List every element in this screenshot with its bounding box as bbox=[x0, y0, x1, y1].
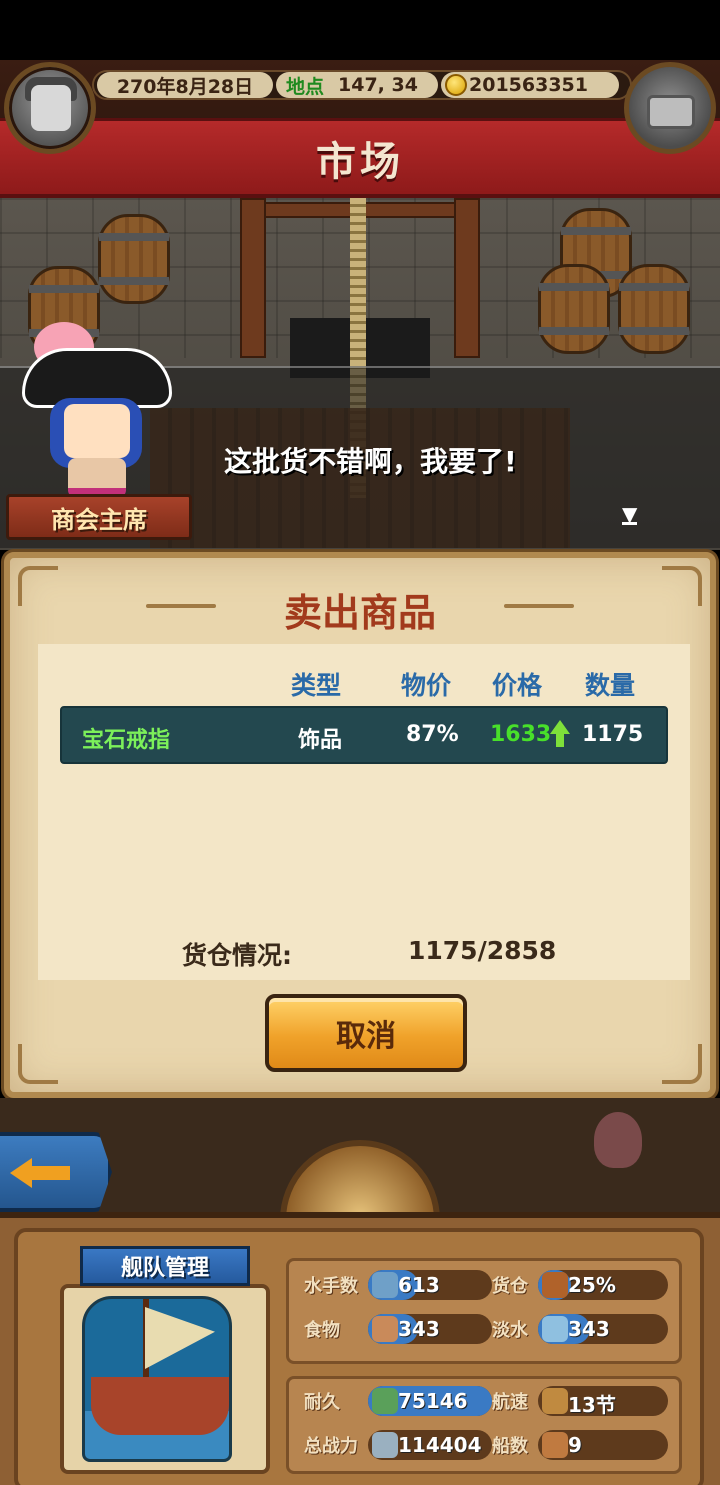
hud-strip: 270年8月28日 地点 147, 34 201563351 bbox=[92, 70, 632, 100]
goods-name: 宝石戒指 bbox=[82, 728, 171, 753]
gold-readout: 201563351 bbox=[441, 72, 619, 98]
column-header-type: 类型 bbox=[291, 671, 342, 700]
player-avatar[interactable] bbox=[4, 62, 96, 154]
table-row[interactable]: 宝石戒指 饰品 87% 1633 1175 bbox=[60, 706, 668, 764]
speed-icon bbox=[542, 1388, 568, 1414]
goods-index: 87% bbox=[406, 722, 459, 747]
npc-portrait bbox=[20, 318, 180, 498]
column-header-quantity: 数量 bbox=[585, 671, 636, 700]
goods-table: 类型 物价 价格 数量 宝石戒指 饰品 87% 1633 1175 货仓情况: … bbox=[38, 644, 690, 980]
stat-food: 食物 343 bbox=[304, 1314, 492, 1344]
cargo-value: 1175/2858 bbox=[408, 936, 557, 965]
cargo-icon bbox=[542, 1272, 568, 1298]
cargo-label: 货仓情况: bbox=[182, 941, 292, 970]
location-readout: 地点 147, 34 bbox=[276, 72, 438, 98]
gold-coin-icon bbox=[445, 74, 467, 96]
barrel bbox=[538, 264, 610, 354]
ship-count-icon bbox=[542, 1432, 568, 1458]
cancel-button[interactable]: 取消 bbox=[265, 994, 467, 1072]
treasure-chest-icon[interactable] bbox=[624, 62, 716, 154]
ship-image[interactable] bbox=[82, 1296, 232, 1462]
column-header-index: 物价 bbox=[401, 671, 452, 700]
stat-durability: 耐久 75146 bbox=[304, 1386, 492, 1416]
game-date: 270年8月28日 bbox=[97, 72, 273, 98]
goods-quantity: 1175 bbox=[582, 722, 644, 747]
back-arrow-icon bbox=[10, 1158, 70, 1188]
location-value: 147, 34 bbox=[338, 74, 418, 96]
power-icon bbox=[372, 1432, 398, 1458]
goods-type: 饰品 bbox=[298, 728, 343, 753]
stat-water: 淡水 343 bbox=[492, 1314, 668, 1344]
location-label: 地点 bbox=[286, 75, 325, 98]
water-icon bbox=[542, 1316, 568, 1342]
page-title-banner: 市场 bbox=[0, 118, 720, 198]
clay-jar bbox=[594, 1112, 642, 1168]
sailor-icon bbox=[372, 1272, 398, 1298]
fleet-title: 舰队管理 bbox=[120, 1256, 209, 1281]
down-arrow-icon[interactable]: ▼ bbox=[622, 504, 638, 525]
stat-power: 总战力 114404 bbox=[304, 1430, 492, 1460]
sell-goods-panel: 卖出商品 类型 物价 价格 数量 宝石戒指 饰品 87% 1633 1175 货… bbox=[4, 552, 716, 1098]
gold-value: 201563351 bbox=[469, 74, 588, 96]
stat-speed: 航速 13节 bbox=[492, 1386, 668, 1417]
page-title: 市场 bbox=[316, 138, 404, 185]
speaker-nameplate: 商会主席 bbox=[6, 494, 192, 540]
barrel bbox=[98, 214, 170, 304]
stat-cargo: 货仓 25% bbox=[492, 1270, 668, 1300]
food-icon bbox=[372, 1316, 398, 1342]
speaker-name: 商会主席 bbox=[51, 505, 147, 534]
cancel-button-label: 取消 bbox=[336, 1019, 396, 1054]
back-button[interactable] bbox=[0, 1132, 112, 1212]
stat-sailors: 水手数 613 bbox=[304, 1270, 492, 1300]
barrel bbox=[618, 264, 690, 354]
goods-price: 1633 bbox=[490, 722, 552, 747]
panel-title: 卖出商品 bbox=[283, 591, 436, 635]
fleet-management-button[interactable]: 舰队管理 bbox=[80, 1246, 250, 1286]
dialog-text: 这批货不错啊，我要了! bbox=[224, 445, 517, 478]
stat-ship-count: 船数 9 bbox=[492, 1430, 668, 1460]
durability-icon bbox=[372, 1388, 398, 1414]
column-header-price: 价格 bbox=[492, 671, 543, 700]
